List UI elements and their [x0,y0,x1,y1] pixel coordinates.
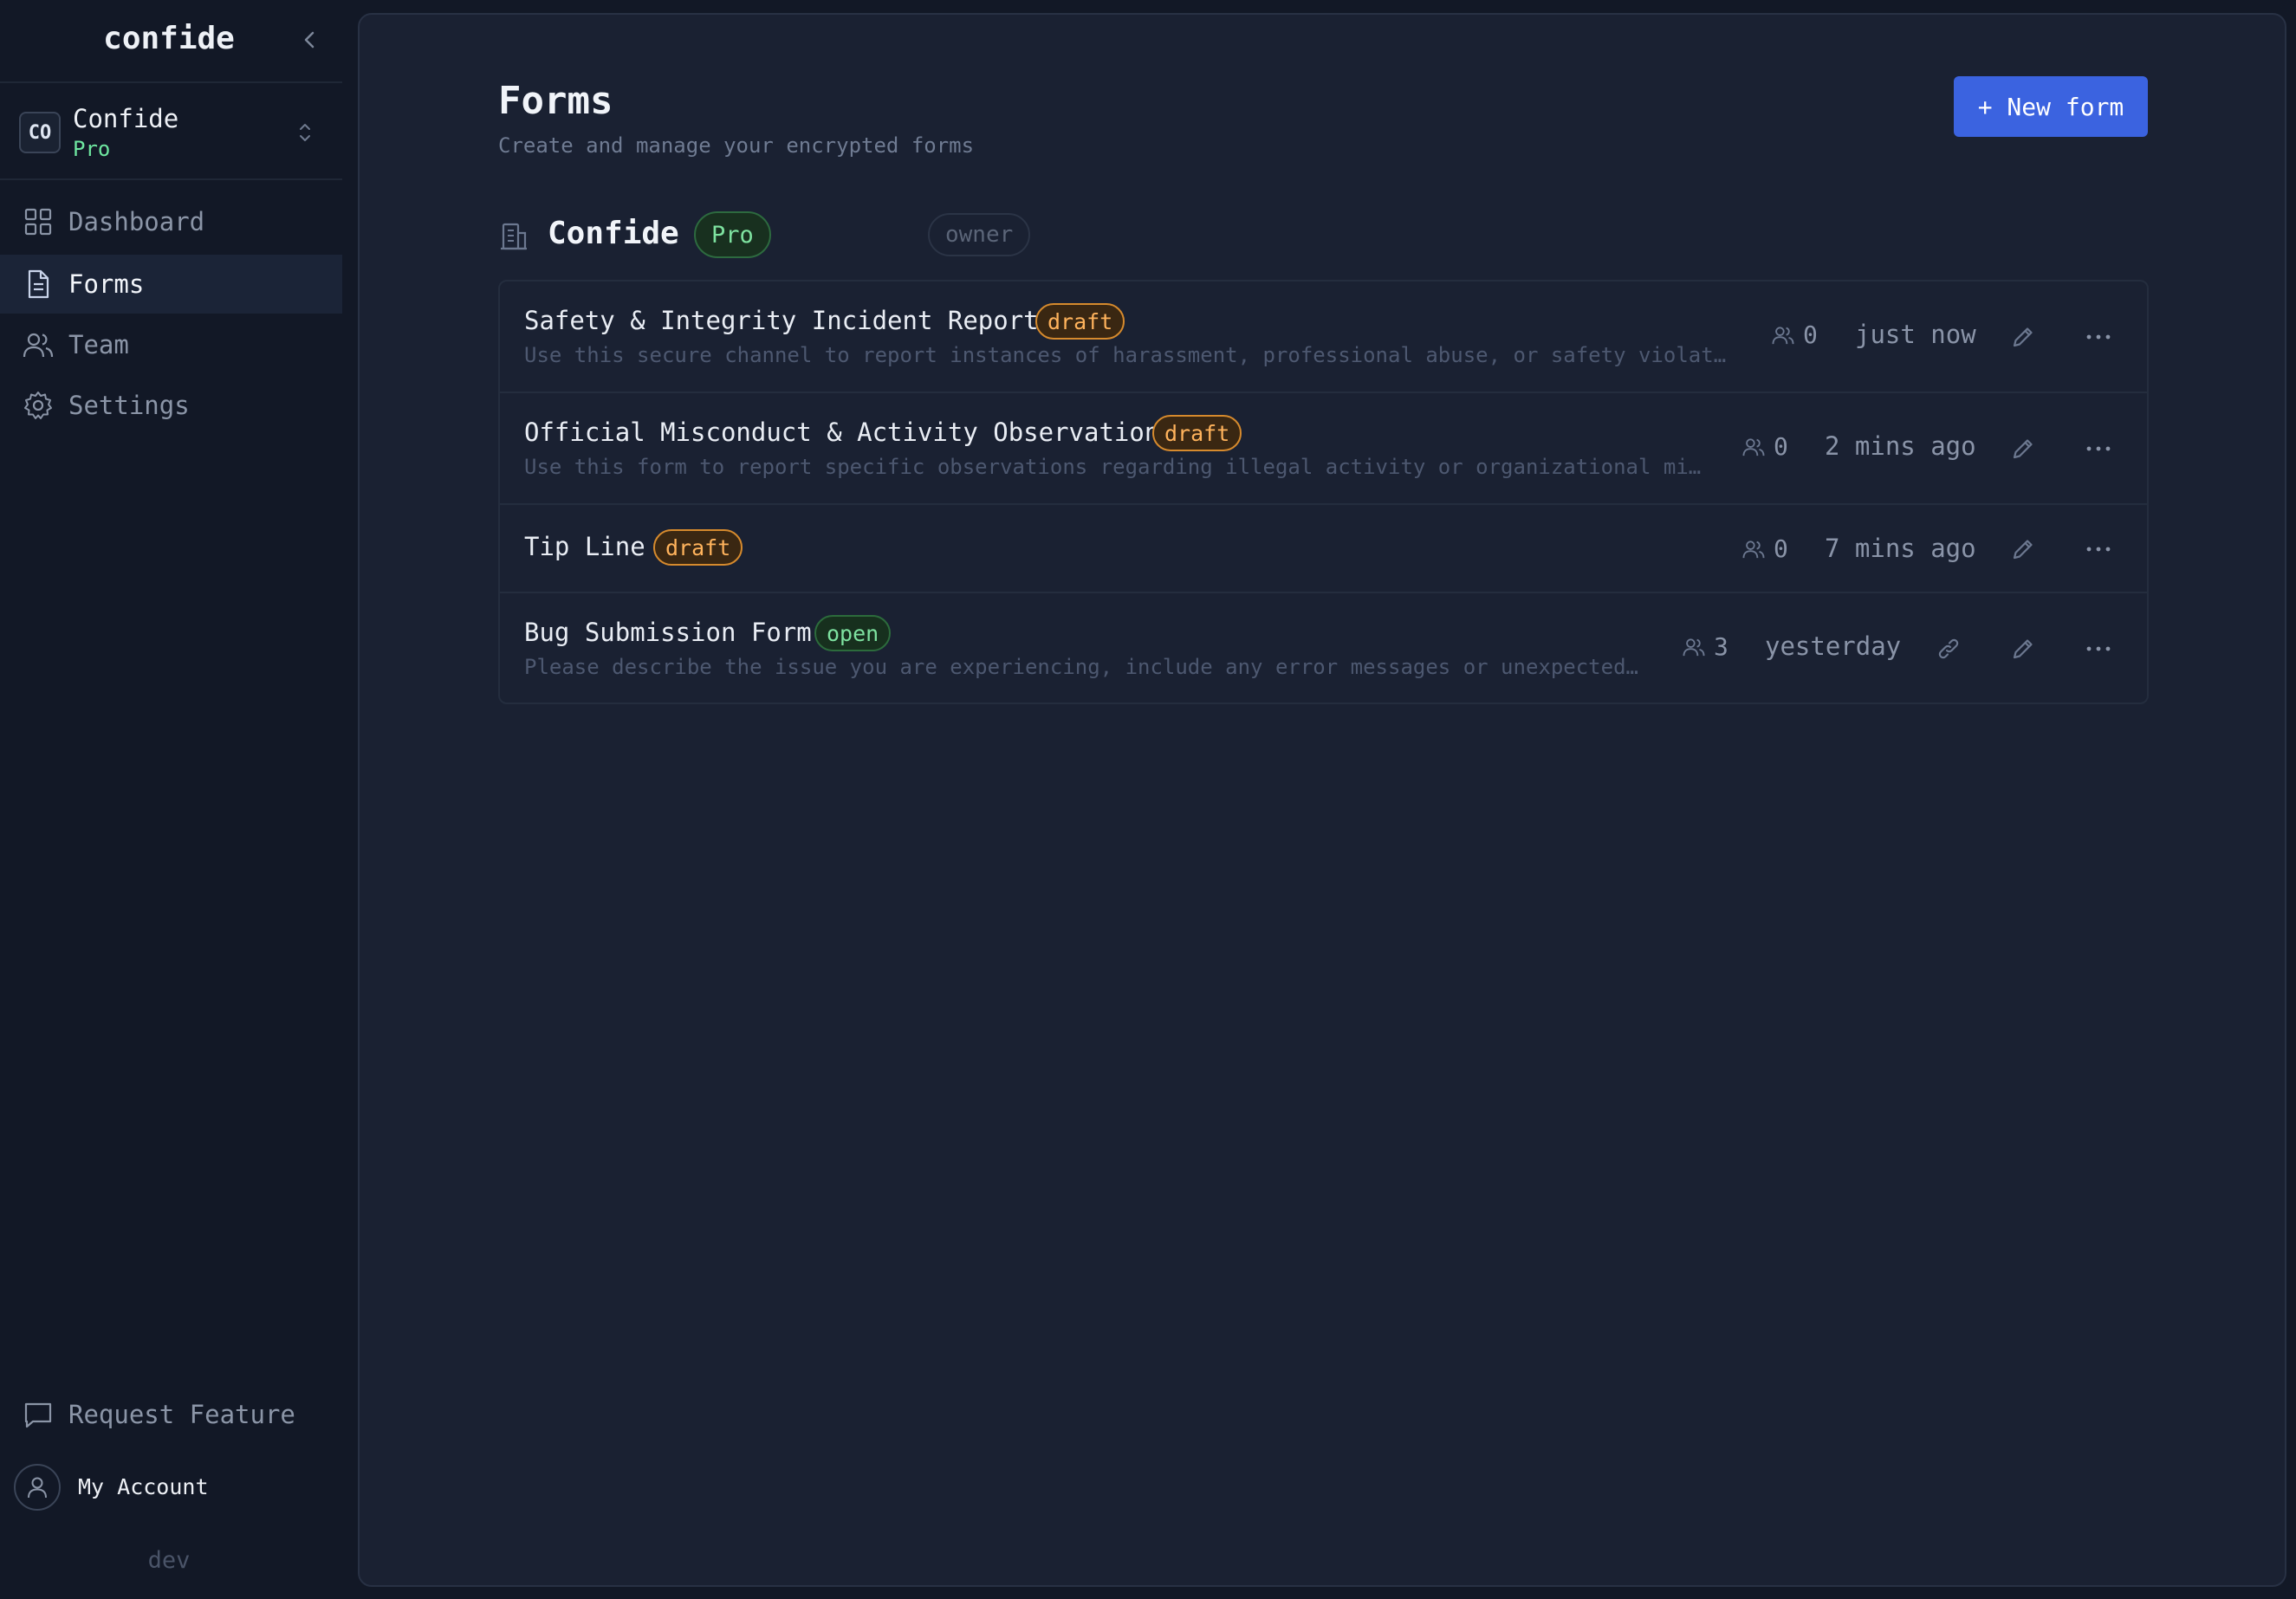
response-count-value: 0 [1774,432,1788,461]
users-icon [23,333,54,358]
more-horizontal-icon [2086,646,2111,651]
org-name: Confide [73,104,179,133]
user-icon [28,1477,47,1499]
request-feature-label: Request Feature [68,1400,295,1429]
role-badge: owner [928,213,1031,256]
form-row[interactable]: Tip Line draft 0 7 mins ago [500,505,2147,593]
updated-time: 7 mins ago [1825,534,1976,563]
message-square-icon [24,1402,52,1428]
response-count: 0 [1742,534,1788,563]
org-section-header: Confide Pro owner [498,210,1191,259]
grid-icon [24,208,52,236]
response-count: 0 [1742,432,1788,461]
plan-badge: Pro [694,211,771,258]
link-icon [1938,638,1959,659]
document-icon [28,269,49,299]
environment-label: dev [147,1547,191,1574]
users-icon [1683,638,1705,656]
more-horizontal-icon [2086,334,2111,340]
sidebar-item-dashboard[interactable]: Dashboard [0,192,342,251]
form-description: Please describe the issue you are experi… [524,655,1644,679]
page-subtitle: Create and manage your encrypted forms [498,133,975,158]
form-title: Bug Submission Form [524,618,812,647]
form-description: Use this form to report specific observa… [524,455,1709,479]
status-badge: open [814,615,892,651]
brand-logo-text: confide [103,21,235,56]
org-switcher[interactable]: CO Confide Pro [0,85,342,180]
sidebar-item-label: Dashboard [68,207,205,236]
org-plan: Pro [73,137,111,161]
pencil-icon [2013,439,2033,459]
sidebar-item-team[interactable]: Team [0,315,342,374]
sidebar-item-forms[interactable]: Forms [0,255,342,314]
status-badge: draft [653,529,743,566]
more-options-button[interactable] [2081,532,2116,566]
edit-form-button[interactable] [2006,320,2040,354]
sidebar-item-settings[interactable]: Settings [0,376,342,435]
more-options-button[interactable] [2081,431,2116,466]
response-count-value: 0 [1774,534,1788,563]
response-count: 3 [1683,632,1728,661]
edit-form-button[interactable] [2006,532,2040,566]
form-row[interactable]: Official Misconduct & Activity Observati… [500,393,2147,505]
copy-link-button[interactable] [1931,631,1966,666]
form-row[interactable]: Bug Submission Form open Please describe… [500,593,2147,702]
updated-time: just now [1855,320,1976,349]
edit-form-button[interactable] [2006,631,2040,666]
response-count-value: 3 [1714,632,1728,661]
sidebar-item-label: Team [68,330,129,359]
pencil-icon [2013,639,2033,659]
collapse-sidebar-button[interactable] [295,24,326,55]
updated-time: 2 mins ago [1825,431,1976,461]
users-icon [1742,540,1765,558]
more-options-button[interactable] [2081,631,2116,666]
form-title: Tip Line [524,532,645,561]
users-icon [1772,326,1794,344]
more-horizontal-icon [2086,547,2111,552]
form-description: Use this secure channel to report instan… [524,343,1737,367]
forms-list: Safety & Integrity Incident Report draft… [498,280,2149,704]
chevron-left-icon [304,31,315,49]
status-badge: draft [1035,303,1125,340]
sidebar-header: confide [0,0,342,83]
main-panel: Forms Create and manage your encrypted f… [358,13,2286,1587]
gear-icon [24,392,52,419]
updated-time: yesterday [1765,631,1902,661]
edit-form-button[interactable] [2006,431,2040,466]
more-horizontal-icon [2086,446,2111,451]
status-badge: draft [1152,415,1242,451]
response-count-value: 0 [1803,320,1818,349]
org-section-name: Confide [548,216,679,251]
request-feature-link[interactable]: Request Feature [0,1386,342,1445]
org-avatar: CO [19,112,61,153]
more-options-button[interactable] [2081,320,2116,354]
building-icon [501,223,527,250]
my-account-button[interactable]: My Account [0,1464,342,1512]
chevron-up-down-icon [300,124,310,141]
users-icon [1742,437,1765,456]
app-root: confide CO Confide Pro Dashboard Forms T… [0,0,2296,1599]
form-title: Official Misconduct & Activity Observati… [524,418,1160,447]
sidebar: confide CO Confide Pro Dashboard Forms T… [0,0,342,1599]
account-label: My Account [78,1474,209,1499]
response-count: 0 [1772,320,1818,349]
avatar [14,1464,61,1511]
form-title: Safety & Integrity Incident Report [524,306,1039,335]
form-row[interactable]: Safety & Integrity Incident Report draft… [500,282,2147,393]
sidebar-item-label: Settings [68,391,190,420]
page-title: Forms [498,79,613,123]
pencil-icon [2013,540,2033,560]
sidebar-item-label: Forms [68,269,145,299]
pencil-icon [2013,327,2033,347]
new-form-button[interactable]: + New form [1954,76,2148,137]
